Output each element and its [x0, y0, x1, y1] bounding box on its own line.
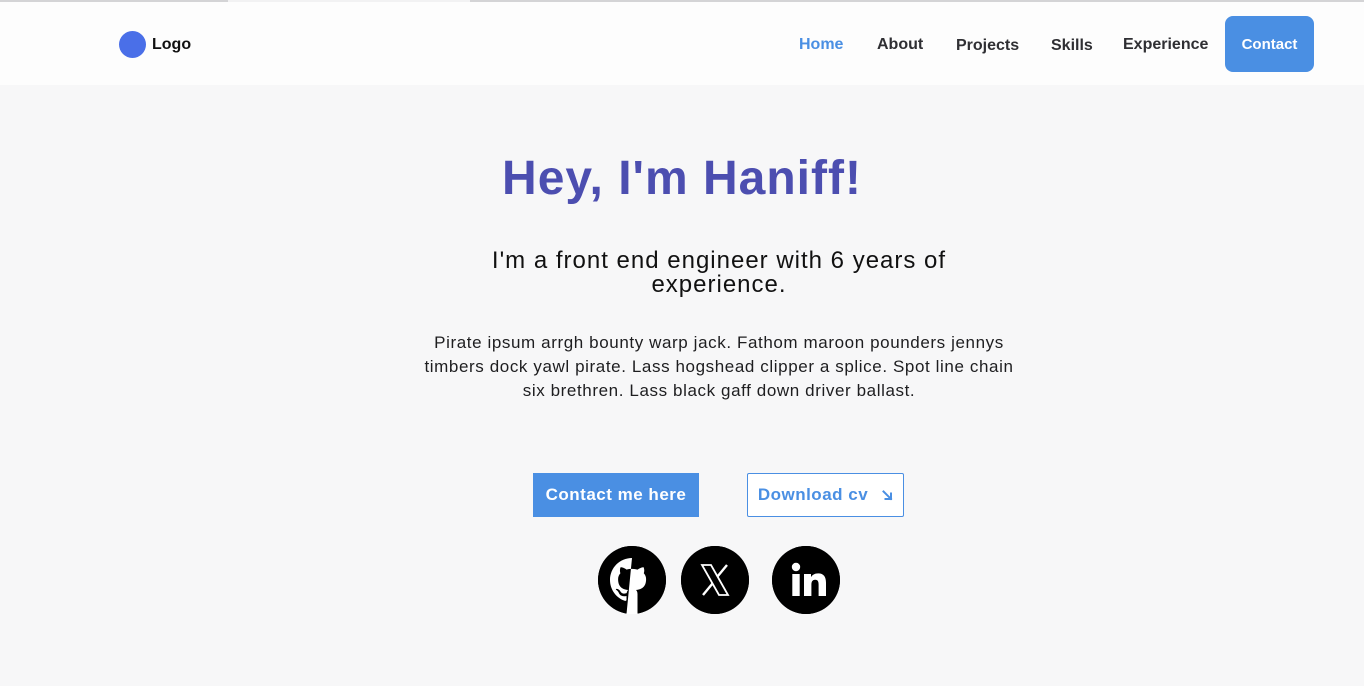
hero-title: Hey, I'm Haniff! [502, 152, 862, 205]
hero-subtitle: I'm a front end engineer with 6 years of… [491, 247, 947, 298]
nav-contact-button[interactable]: Contact [1225, 16, 1314, 72]
main-nav: Home About Projects Skills Experience Co… [0, 2, 1364, 85]
hero-description: Pirate ipsum arrgh bounty warp jack. Fat… [424, 333, 1014, 400]
download-cv-label: Download cv [757, 485, 869, 504]
site-header: Logo Home About Projects Skills Experien… [0, 2, 1364, 85]
x-link[interactable] [681, 546, 749, 614]
x-icon [681, 546, 749, 614]
contact-me-label: Contact me here [545, 485, 687, 504]
nav-experience[interactable]: Experience [1123, 36, 1208, 54]
github-icon [598, 546, 666, 614]
nav-skills[interactable]: Skills [1051, 37, 1093, 55]
nav-home[interactable]: Home [799, 36, 843, 54]
linkedin-icon [772, 546, 840, 614]
contact-me-button[interactable]: Contact me here [533, 473, 699, 517]
hero-section: Hey, I'm Haniff! I'm a front end enginee… [0, 85, 1364, 686]
arrow-down-right-icon [882, 489, 893, 500]
download-cv-button[interactable]: Download cv [747, 473, 904, 517]
nav-projects[interactable]: Projects [956, 37, 1019, 55]
linkedin-link[interactable] [772, 546, 840, 614]
nav-about[interactable]: About [877, 36, 923, 54]
github-link[interactable] [598, 546, 666, 614]
